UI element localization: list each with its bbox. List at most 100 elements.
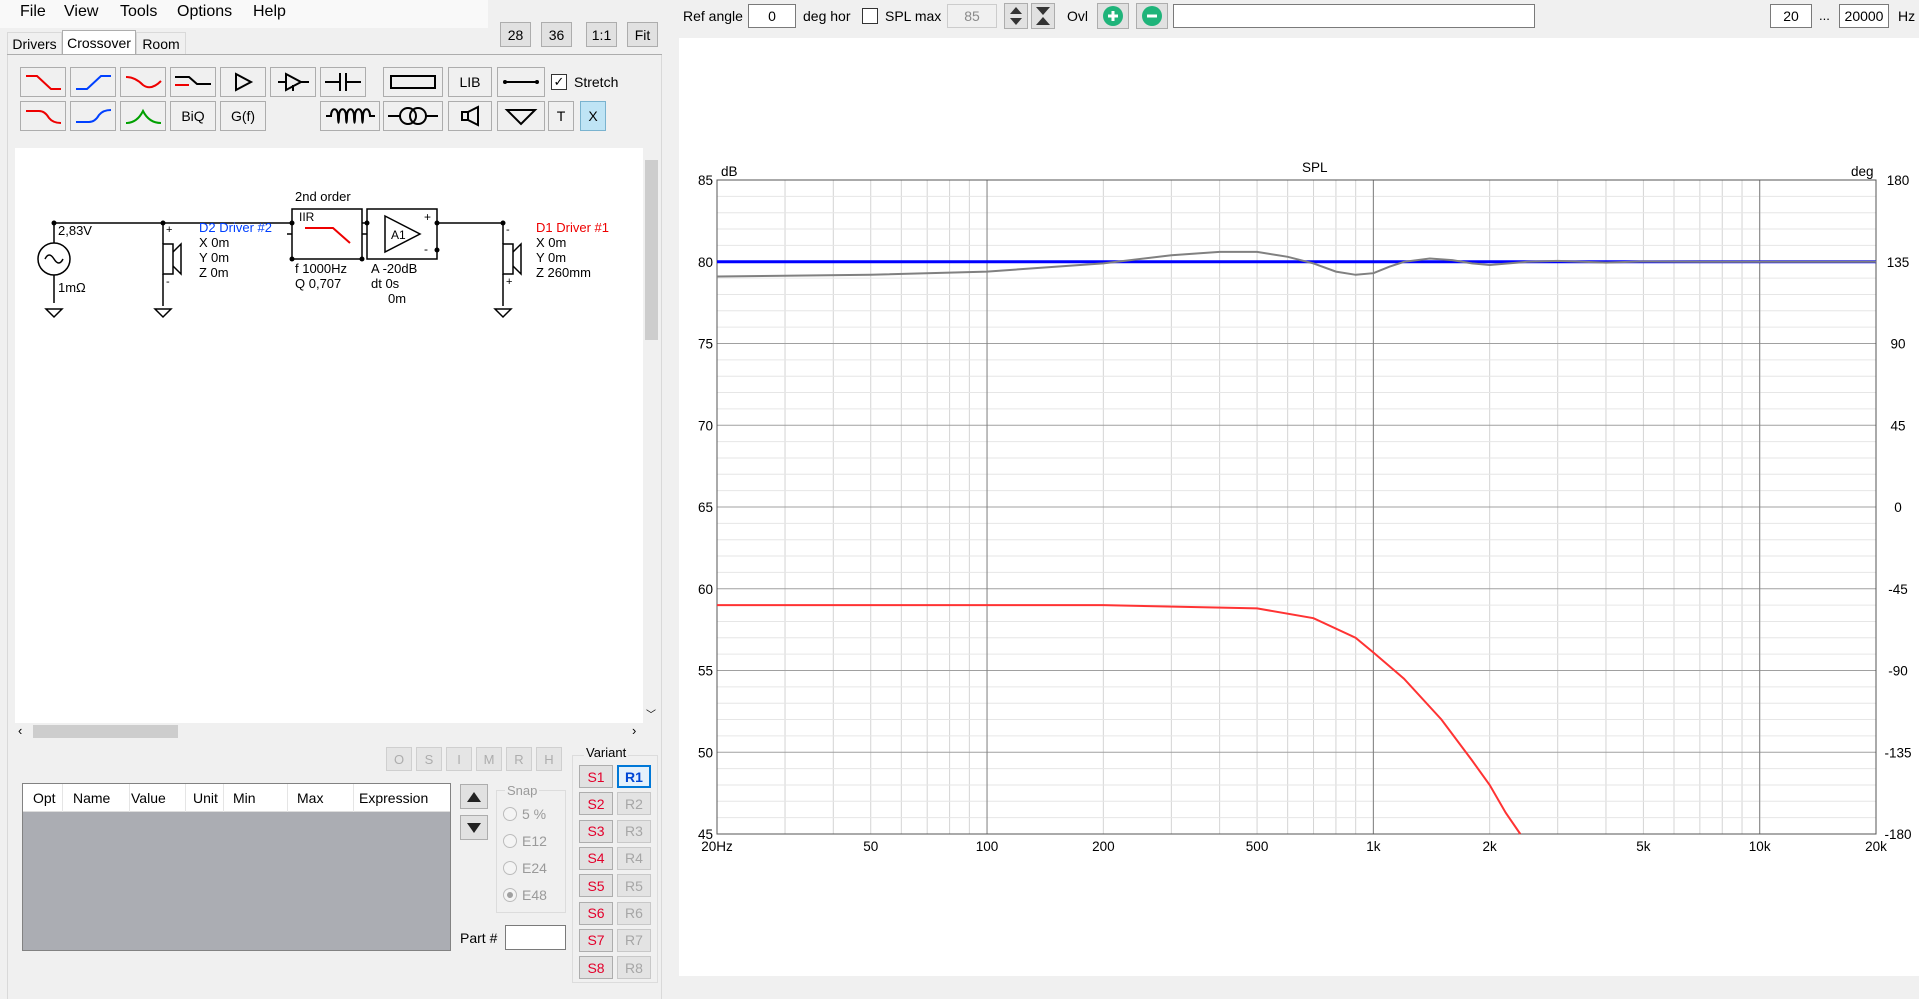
snap-e24-radio[interactable]: E24 xyxy=(503,860,547,876)
menu-file[interactable]: File xyxy=(20,3,46,21)
freq-min-input[interactable]: 20 xyxy=(1770,4,1812,28)
gf-button[interactable]: G(f) xyxy=(220,101,266,131)
opt-i-button[interactable]: I xyxy=(446,747,472,771)
col-value[interactable]: Value xyxy=(131,790,166,806)
variant-s5-button[interactable]: S5 xyxy=(579,874,613,898)
variant-r1-button[interactable]: R1 xyxy=(617,765,651,788)
menu-tools[interactable]: Tools xyxy=(120,3,157,21)
variant-r5-button[interactable]: R5 xyxy=(617,874,651,898)
col-min[interactable]: Min xyxy=(233,790,256,806)
highpass-red-icon[interactable] xyxy=(20,67,66,97)
wire-icon[interactable] xyxy=(497,67,545,97)
move-down-button[interactable] xyxy=(460,815,488,840)
tab-crossover[interactable]: Crossover xyxy=(62,30,136,54)
y-left-tick-label: 50 xyxy=(698,745,713,760)
y-right-label: deg xyxy=(1851,164,1874,179)
menu-options[interactable]: Options xyxy=(177,3,232,21)
optimization-table[interactable]: Opt Name Value Unit Min Max Expression xyxy=(22,783,451,951)
variant-s4-button[interactable]: S4 xyxy=(579,846,613,870)
ref-angle-input[interactable]: 0 xyxy=(748,4,796,28)
scroll-right-icon[interactable]: › xyxy=(632,723,636,738)
schematic-canvas[interactable]: 2,83V 1mΩ + - D2 Driver #2 X 0m Y 0m Z 0… xyxy=(15,148,643,723)
spl-squeeze-button[interactable] xyxy=(1031,3,1055,29)
zoom-fit-button[interactable]: Fit xyxy=(627,22,658,47)
schematic-vertical-scrollbar[interactable]: ︿ ﹀ xyxy=(643,148,660,723)
move-up-button[interactable] xyxy=(460,784,488,809)
y-right-tick-label: -90 xyxy=(1888,664,1908,679)
speaker-icon[interactable] xyxy=(448,101,492,131)
schematic-horizontal-scrollbar[interactable]: ‹ › xyxy=(15,723,643,740)
tab-room[interactable]: Room xyxy=(136,32,186,54)
lowpass-blue-alt-icon[interactable] xyxy=(70,101,116,131)
overlay-name-input[interactable] xyxy=(1173,4,1535,28)
spl-graph-area[interactable]: 85 80 75 70 65 60 55 50 45 180 135 90 45 0 -45 -90 -135-… xyxy=(679,38,1919,976)
variant-r7-button[interactable]: R7 xyxy=(617,928,651,952)
transformer-icon[interactable] xyxy=(383,101,443,131)
variant-s7-button[interactable]: S7 xyxy=(579,928,613,952)
scroll-left-icon[interactable]: ‹ xyxy=(18,723,22,738)
snap-e48-radio[interactable]: E48 xyxy=(503,887,547,903)
zoom-1-1-button[interactable]: 1:1 xyxy=(586,22,617,47)
t-button[interactable]: T xyxy=(548,101,574,131)
snap-e12-radio[interactable]: E12 xyxy=(503,833,547,849)
deg-hor-label: deg hor xyxy=(803,8,851,24)
lib-button[interactable]: LIB xyxy=(448,67,492,97)
bandstop-red-icon[interactable] xyxy=(120,67,166,97)
variant-s2-button[interactable]: S2 xyxy=(579,792,613,816)
menu-view[interactable]: View xyxy=(64,3,98,21)
zoom-28-button[interactable]: 28 xyxy=(500,22,531,47)
col-max[interactable]: Max xyxy=(297,790,323,806)
variant-r6-button[interactable]: R6 xyxy=(617,901,651,925)
snap-5pct-radio[interactable]: 5 % xyxy=(503,806,546,822)
part-label: Part # xyxy=(460,930,498,946)
bandpass-green-icon[interactable] xyxy=(120,101,166,131)
inductor-icon[interactable] xyxy=(320,101,380,131)
col-opt[interactable]: Opt xyxy=(33,790,56,806)
variant-r2-button[interactable]: R2 xyxy=(617,792,651,816)
resistor-icon[interactable] xyxy=(383,67,443,97)
lowpass-blue-icon[interactable] xyxy=(70,67,116,97)
biquad-button[interactable]: BiQ xyxy=(170,101,216,131)
ground-icon[interactable] xyxy=(497,101,545,131)
plus-circle-icon xyxy=(1103,6,1123,26)
add-overlay-button[interactable] xyxy=(1097,3,1129,29)
variant-s3-button[interactable]: S3 xyxy=(579,819,613,843)
col-name[interactable]: Name xyxy=(73,790,110,806)
variant-r3-button[interactable]: R3 xyxy=(617,819,651,843)
shelf-icon[interactable] xyxy=(170,67,216,97)
opt-o-button[interactable]: O xyxy=(386,747,412,771)
variant-r8-button[interactable]: R8 xyxy=(617,956,651,980)
variant-s1-button[interactable]: S1 xyxy=(579,765,613,788)
opt-s-button[interactable]: S xyxy=(416,747,442,771)
spl-max-checkbox[interactable] xyxy=(862,8,878,24)
opt-m-button[interactable]: M xyxy=(476,747,502,771)
buffer-icon[interactable] xyxy=(220,67,266,97)
variant-r4-button[interactable]: R4 xyxy=(617,846,651,870)
opt-r-button[interactable]: R xyxy=(506,747,532,771)
tab-drivers[interactable]: Drivers xyxy=(7,32,62,54)
filter-title: 2nd order xyxy=(295,189,351,204)
spl-max-input[interactable]: 85 xyxy=(947,4,997,28)
capacitor-icon[interactable] xyxy=(320,67,366,97)
opt-h-button[interactable]: H xyxy=(536,747,562,771)
scroll-down-icon[interactable]: ﹀ xyxy=(646,706,656,721)
col-unit[interactable]: Unit xyxy=(193,790,218,806)
snap-e24-label: E24 xyxy=(522,860,547,876)
filter-type: IIR xyxy=(299,210,315,224)
highpass-red-alt-icon[interactable] xyxy=(20,101,66,131)
vscroll-thumb[interactable] xyxy=(645,160,658,340)
zoom-36-button[interactable]: 36 xyxy=(541,22,572,47)
menu-help[interactable]: Help xyxy=(253,3,286,21)
freq-range-sep: ... xyxy=(1819,8,1830,23)
x-button[interactable]: X xyxy=(580,101,606,131)
part-number-input[interactable] xyxy=(505,925,566,950)
variant-s8-button[interactable]: S8 xyxy=(579,956,613,980)
variant-s6-button[interactable]: S6 xyxy=(579,901,613,925)
remove-overlay-button[interactable] xyxy=(1136,3,1168,29)
stretch-checkbox[interactable]: ✓ xyxy=(551,74,567,90)
freq-max-input[interactable]: 20000 xyxy=(1839,4,1889,28)
hscroll-thumb[interactable] xyxy=(33,725,178,738)
opamp-icon[interactable] xyxy=(270,67,316,97)
col-expression[interactable]: Expression xyxy=(359,790,428,806)
spl-up-down-button[interactable] xyxy=(1004,3,1028,29)
